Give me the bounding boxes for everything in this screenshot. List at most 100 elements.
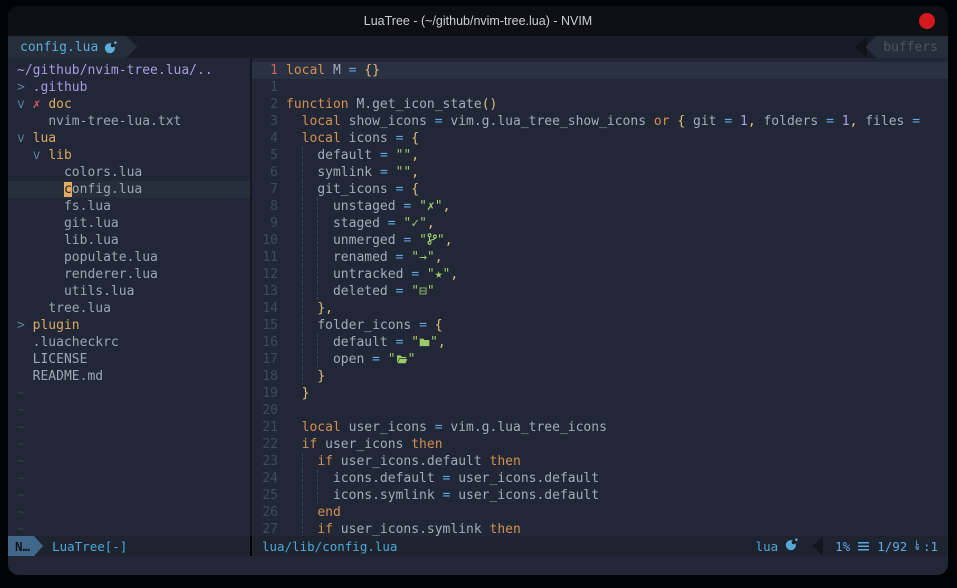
cursor-column: :1 <box>923 539 938 554</box>
code-line[interactable]: 24 icons.default = user_icons.default <box>252 470 948 487</box>
code-line[interactable]: 23 if user_icons.default then <box>252 453 948 470</box>
tree-row[interactable]: fs.lua <box>8 198 250 215</box>
tree-row[interactable]: .luacheckrc <box>8 334 250 351</box>
indent-guide <box>317 487 318 504</box>
indent-guide <box>302 249 303 266</box>
buffers-label: buffers <box>883 40 938 55</box>
tree-row[interactable]: nvim-tree-lua.txt <box>8 113 250 130</box>
line-number: 6 <box>252 164 278 181</box>
code-line[interactable]: 26 end <box>252 504 948 521</box>
code-line[interactable]: 13 deleted = "⊟" <box>252 283 948 300</box>
indent-guide <box>317 334 318 351</box>
code-line[interactable]: 19 } <box>252 385 948 402</box>
token: = <box>396 182 412 197</box>
token: nvim-tree-lua.txt <box>48 114 181 129</box>
code-line[interactable]: 18 } <box>252 368 948 385</box>
empty-line-tilde: ~ <box>8 521 250 536</box>
token <box>17 165 64 180</box>
token: .github <box>33 80 88 95</box>
tree-row[interactable]: v lua <box>8 130 250 147</box>
code-line[interactable]: 25 icons.symlink = user_icons.default <box>252 487 948 504</box>
tree-row[interactable]: v lib <box>8 147 250 164</box>
code-line[interactable]: 7 git_icons = { <box>252 181 948 198</box>
command-line[interactable] <box>8 556 948 575</box>
tree-row[interactable]: > .github <box>8 79 250 96</box>
token: , <box>438 335 446 350</box>
indent-guide <box>317 232 318 249</box>
code-line[interactable]: 5 default = "", <box>252 147 948 164</box>
code-line[interactable]: 2function M.get_icon_state() <box>252 96 948 113</box>
tree-row[interactable]: utils.lua <box>8 283 250 300</box>
indent-guide <box>317 215 318 232</box>
tree-row[interactable]: lib.lua <box>8 232 250 249</box>
token: fs.lua <box>64 199 111 214</box>
line-number: 19 <box>252 385 278 402</box>
token: user_icons.default <box>458 471 599 486</box>
code-line[interactable]: 6 symlink = "", <box>252 164 948 181</box>
code-line[interactable]: 9 staged = "✓", <box>252 215 948 232</box>
token: = <box>380 165 396 180</box>
token <box>17 301 48 316</box>
token: show_icons <box>349 114 435 129</box>
token: user_icons <box>325 437 411 452</box>
code-line[interactable]: 1 <box>252 79 948 96</box>
tree-row[interactable]: populate.lua <box>8 249 250 266</box>
token: M.get_icon_state <box>356 97 481 112</box>
indent-guide <box>302 147 303 164</box>
token: local <box>302 420 349 435</box>
line-number: 8 <box>252 198 278 215</box>
code-line[interactable]: 10 unmerged = "", <box>252 232 948 249</box>
code-line[interactable]: 16 default = "", <box>252 334 948 351</box>
code-line[interactable]: 15 folder_icons = { <box>252 317 948 334</box>
empty-line-tilde: ~ <box>8 453 250 470</box>
code-line[interactable]: 1local M = {} <box>252 62 948 79</box>
token: { <box>677 114 693 129</box>
code-line[interactable]: 14 }, <box>252 300 948 317</box>
code-line[interactable]: 12 untracked = "★", <box>252 266 948 283</box>
token: icons.default <box>333 471 443 486</box>
code-line[interactable]: 4 local icons = { <box>252 130 948 147</box>
token: then <box>411 437 442 452</box>
token: = <box>912 114 928 129</box>
code-line[interactable]: 22 if user_icons then <box>252 436 948 453</box>
code-line[interactable]: 27 if user_icons.symlink then <box>252 521 948 536</box>
token: }, <box>317 301 333 316</box>
code-line[interactable]: 20 <box>252 402 948 419</box>
tree-row[interactable]: README.md <box>8 368 250 385</box>
token: lib <box>48 148 71 163</box>
tree-row[interactable]: config.lua <box>8 181 250 198</box>
tree-row[interactable]: git.lua <box>8 215 250 232</box>
tree-row[interactable]: LICENSE <box>8 351 250 368</box>
token: " <box>437 233 445 248</box>
buffers-section[interactable]: buffers <box>865 36 948 58</box>
tree-row[interactable]: > plugin <box>8 317 250 334</box>
indent-guide <box>302 504 303 521</box>
token: = <box>826 114 842 129</box>
tree-row[interactable]: v ✗ doc <box>8 96 250 113</box>
chevron-left-icon <box>812 536 823 556</box>
line-number: 20 <box>252 402 278 419</box>
token: local <box>302 114 349 129</box>
cursor-position: 1/92 <box>877 539 907 554</box>
code-line[interactable]: 17 open = "" <box>252 351 948 368</box>
tree-row[interactable]: tree.lua <box>8 300 250 317</box>
code-line[interactable]: 8 unstaged = "✗", <box>252 198 948 215</box>
code-line[interactable]: 3 local show_icons = vim.g.lua_tree_show… <box>252 113 948 130</box>
title-bar[interactable]: LuaTree - (~/github/nvim-tree.lua) - NVI… <box>8 6 948 36</box>
token: end <box>317 505 340 520</box>
tree-row[interactable]: renderer.lua <box>8 266 250 283</box>
statusline-filepath: lua/lib/config.lua <box>262 539 397 554</box>
close-button[interactable] <box>919 13 935 29</box>
code-line[interactable]: 21 local user_icons = vim.g.lua_tree_ico… <box>252 419 948 436</box>
token: tree.lua <box>48 301 111 316</box>
token: renamed <box>333 250 396 265</box>
tree-row[interactable]: colors.lua <box>8 164 250 181</box>
tab-label: config.lua <box>20 40 98 55</box>
tree-row[interactable]: ~/github/nvim-tree.lua/.. <box>8 62 250 79</box>
token <box>17 335 33 350</box>
token: = <box>443 488 459 503</box>
file-tree-panel: ~/github/nvim-tree.lua/..> .githubv ✗ do… <box>8 58 250 536</box>
code-line[interactable]: 11 renamed = "→", <box>252 249 948 266</box>
tab-config-lua[interactable]: config.lua <box>8 36 137 58</box>
token: = <box>396 131 412 146</box>
